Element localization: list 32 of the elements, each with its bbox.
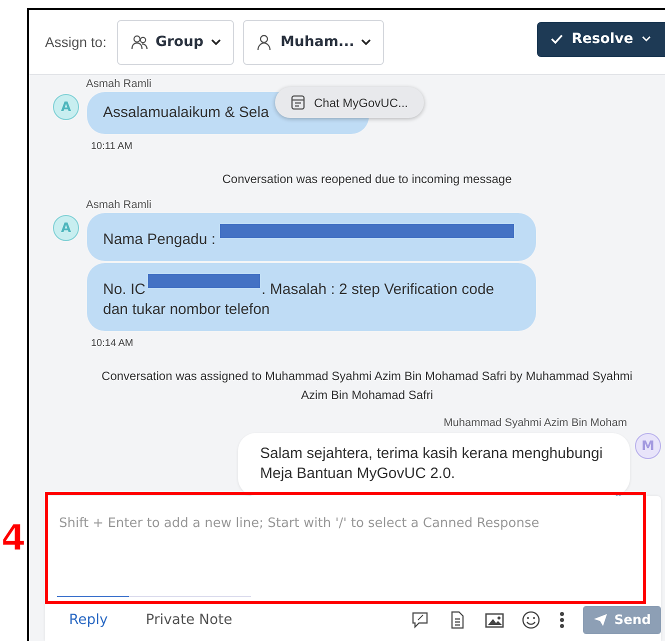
smiley-icon[interactable] [522,611,542,629]
composer-tab[interactable]: Private Note [140,612,232,628]
more-icon[interactable] [559,611,566,629]
composer-tab[interactable]: Reply [63,612,108,628]
check-icon [551,32,563,46]
system-message: Conversation was reopened due to incoming message [221,171,513,188]
message-chip[interactable]: Chat MyGovUC... [275,87,424,118]
sender-name: Asmah Ramli [86,78,152,90]
assign-label: Assign to: [45,34,106,50]
chevron-icon [361,38,372,46]
message-time: 10:14 AM [91,338,134,349]
message-bubble: No. IC . Masalah : 2 step Verification code dan tukar nombor telefon [87,263,536,331]
system-message: Conversation was assigned to Muhammad Syahmi Azim Bin Mohamad Safri by Muhammad Syahmi Azim Bin Mohamad Safri [100,368,634,404]
chevron-icon [210,38,220,46]
sender-name: Asmah Ramli [86,199,152,211]
person-icon [256,33,274,51]
chevron-icon [642,35,651,43]
avatar: M [635,433,661,459]
team-dropdown[interactable]: Group [117,20,234,64]
resolve-button[interactable]: Resolve [537,22,665,56]
image-icon[interactable] [485,611,504,629]
paper-plane-icon [593,613,608,627]
canned-response-icon[interactable] [411,611,430,629]
document-icon [291,95,305,110]
message-time: 10:11 AM [91,141,134,152]
people-icon [130,33,148,51]
avatar: A [53,94,79,120]
message-bubble: Salam sejahtera, terima kasih kerana menghubungi Meja Bantuan MyGovUC 2.0. [238,433,630,496]
avatar: A [53,215,79,241]
sender-name: Muhammad Syahmi Azim Bin Moham [442,417,627,429]
message-bubble: Nama Pengadu : [87,213,536,261]
agent-dropdown[interactable]: Muham... [242,20,384,64]
